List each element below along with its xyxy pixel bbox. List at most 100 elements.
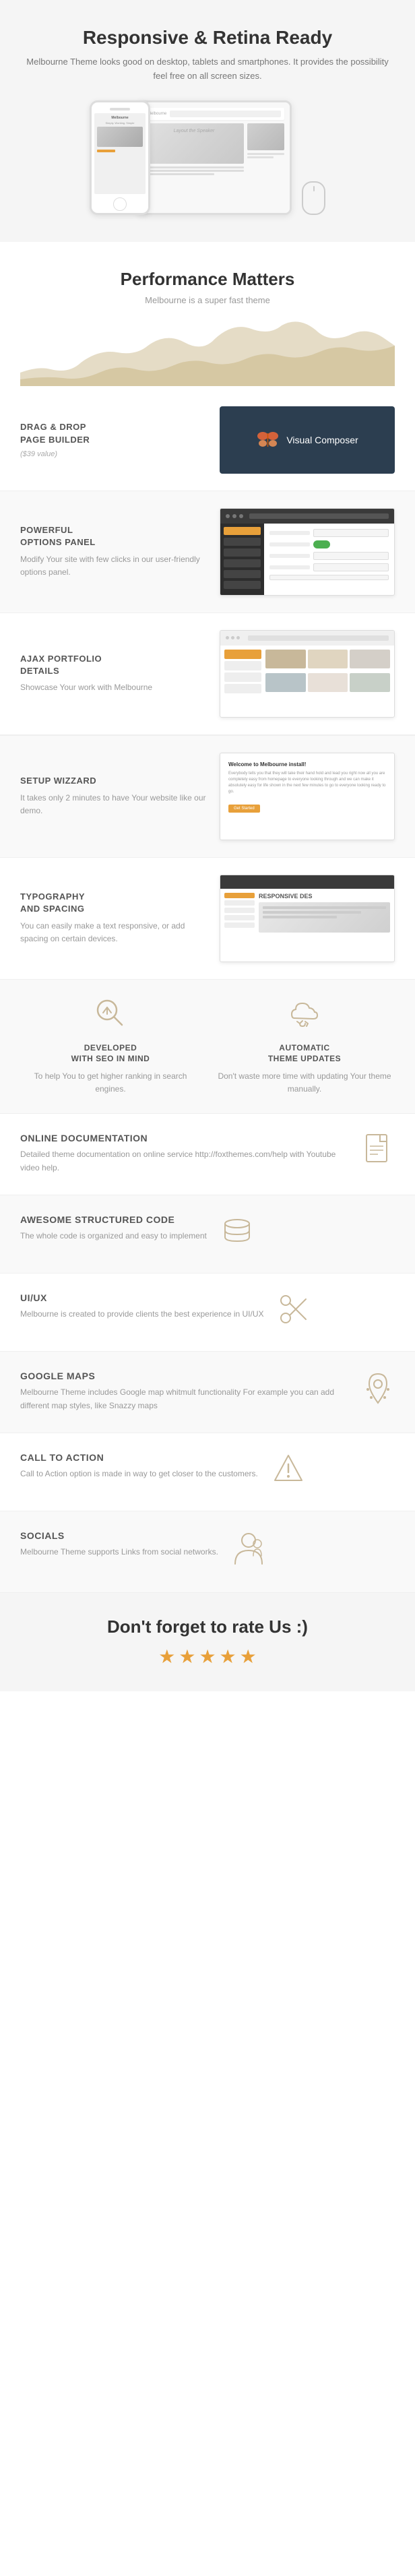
portfolio-item-2 [308,650,348,668]
portfolio-title: AJAX PORTFOLIODETAILS [20,653,206,677]
call-to-action-icon [272,1452,305,1492]
call-to-action-section: CALL TO ACTION Call to Action option is … [0,1433,415,1511]
op-main [264,524,394,595]
setup-wizard-title: SETUP WIZZARD [20,775,206,787]
setup-btn-label: Get Started [234,807,255,811]
structured-code-inner: AWESOME STRUCTURED CODE The whole code i… [20,1214,395,1254]
op-sidebar-item-4 [224,570,261,578]
star-4: ★ [220,1645,236,1668]
op-row-4 [269,563,389,571]
typo-img-text-1 [263,906,386,909]
typo-item-3 [224,915,255,920]
online-docs-inner: ONLINE DOCUMENTATION Detailed theme docu… [20,1133,395,1176]
socials-description: Melbourne Theme supports Links from soci… [20,1545,218,1559]
star-1: ★ [158,1645,175,1668]
setup-wizard-mock: Welcome to Melbourne install! Everybody … [220,753,395,840]
stars-container: ★ ★ ★ ★ ★ [20,1645,395,1668]
map-pin-svg-icon [361,1371,395,1408]
setup-mock-title: Welcome to Melbourne install! [228,761,386,767]
setup-get-started-btn[interactable]: Get Started [228,805,260,813]
socials-title: SOCIALS [20,1530,218,1541]
structured-code-section: AWESOME STRUCTURED CODE The whole code i… [0,1195,415,1274]
mouse-icon [302,181,325,215]
typo-item-1 [224,900,255,906]
google-maps-section: GOOGLE MAPS Melbourne Theme includes Goo… [0,1352,415,1433]
portfolio-grid [265,650,390,695]
portfolio-section: AJAX PORTFOLIODETAILS Showcase Your work… [0,613,415,735]
socials-content: SOCIALS Melbourne Theme supports Links f… [20,1530,218,1559]
ph-dot-2 [231,636,234,639]
setup-wizard-description: It takes only 2 minutes to have Your web… [20,792,206,817]
performance-title: Performance Matters [20,269,395,290]
portfolio-tab-2 [224,672,261,682]
op-label-4 [269,565,310,569]
portfolio-description: Showcase Your work with Melbourne [20,681,206,694]
setup-wizard-image: Welcome to Melbourne install! Everybody … [220,753,395,840]
typo-img-text-3 [263,916,337,918]
ui-ux-title: UI/UX [20,1292,264,1303]
op-title-bar [249,513,389,519]
options-panel-body [220,524,394,595]
phone-screen-inner: Melbourne Simply. Working. Simple [94,113,146,155]
tablet-hero-image: Layout the Speaker [144,123,244,164]
ui-ux-icon [278,1292,311,1332]
typo-item-2 [224,908,255,913]
op-dot-1 [226,514,230,518]
op-input-1 [313,529,389,537]
call-to-action-description: Call to Action option is made in way to … [20,1467,258,1480]
ui-ux-description: Melbourne is created to provide clients … [20,1307,264,1321]
socials-section: SOCIALS Melbourne Theme supports Links f… [0,1511,415,1593]
setup-mock-text: Everybody tells you that they will take … [228,771,386,795]
portfolio-tab-3 [224,684,261,693]
drag-drop-title: DRAG & DROPPAGE BUILDER [20,421,206,445]
typo-item-4 [224,922,255,928]
options-panel-title: POWERFULOPTIONS PANEL [20,524,206,548]
typo-header [220,875,394,889]
portfolio-body [220,646,394,699]
op-input-2 [313,552,389,560]
options-panel-text: POWERFULOPTIONS PANEL Modify Your site w… [20,524,220,579]
portfolio-header [220,631,394,646]
op-label-1 [269,531,310,535]
options-panel-header [220,509,394,524]
options-panel-image [220,508,395,596]
portfolio-mock [220,630,395,718]
online-docs-content: ONLINE DOCUMENTATION Detailed theme docu… [20,1133,348,1175]
socials-inner: SOCIALS Melbourne Theme supports Links f… [20,1530,395,1573]
op-row-3 [269,552,389,560]
structured-code-description: The whole code is organized and easy to … [20,1229,207,1243]
drag-drop-text: DRAG & DROPPAGE BUILDER ($39 value) [20,421,220,458]
op-sidebar-item-1 [224,538,261,546]
typo-responsive-text: RESPONSIVE DES [259,893,390,900]
phone-mini-text: Simply. Working. Simple [97,121,143,125]
seo-item: DEVELOPEDWITH SEO IN MIND To help You to… [20,997,201,1096]
op-row-1 [269,529,389,537]
vc-box: Visual Composer [220,406,395,474]
document-svg-icon [363,1133,393,1170]
phone-mini-btn [97,150,115,152]
op-input-3 [313,563,389,571]
typography-image: RESPONSIVE DES [220,875,395,962]
alert-svg-icon [272,1452,305,1486]
auto-updates-title: AUTOMATICTHEME UPDATES [214,1042,395,1065]
footer-title: Don't forget to rate Us :) [20,1616,395,1637]
tablet-sidebar-image [247,123,284,150]
vc-butterfly-icon [256,428,280,451]
tablet-sidebar-text-2 [247,156,274,158]
performance-subtitle: Melbourne is a super fast theme [20,295,395,305]
online-docs-icon [361,1133,395,1176]
auto-updates-item: AUTOMATICTHEME UPDATES Don't waste more … [214,997,395,1096]
device-phone: Melbourne Simply. Working. Simple [90,100,150,215]
structured-code-content: AWESOME STRUCTURED CODE The whole code i… [20,1214,207,1243]
op-sidebar-item-2 [224,548,261,557]
op-sidebar [220,524,264,595]
responsive-description: Melbourne Theme looks good on desktop, t… [20,55,395,84]
vc-label: Visual Composer [286,435,358,445]
call-to-action-title: CALL TO ACTION [20,1452,258,1463]
star-2: ★ [179,1645,195,1668]
typography-section: TYPOGRAPHYAND SPACING You can easily mak… [0,858,415,980]
online-docs-section: ONLINE DOCUMENTATION Detailed theme docu… [0,1114,415,1195]
typography-mock: RESPONSIVE DES [220,875,395,962]
op-dot-2 [232,514,236,518]
ph-dot-3 [236,636,240,639]
